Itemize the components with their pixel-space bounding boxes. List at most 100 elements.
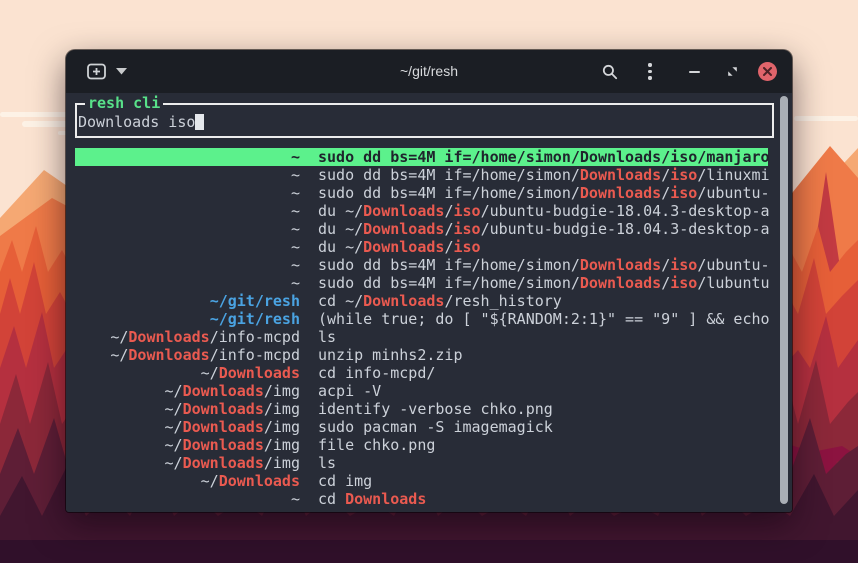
minimize-button[interactable] [684,50,704,93]
history-row[interactable]: ~ sudo dd bs=4M if=/home/simon/Downloads /… [75,184,792,202]
text-segment: sudo dd bs=4M if=/home/simon/Downloads/i… [318,148,770,166]
text-segment: ~ [291,256,300,274]
text-segment: /info-mcpd [210,328,300,346]
text-segment: Downloads [183,382,264,400]
row-command: acpi -V [318,382,381,400]
text-segment: ~/ [165,454,183,472]
text-segment: iso [670,166,697,184]
row-location: ~ [75,184,300,202]
row-location: ~ [75,220,300,238]
row-location: ~/git/resh [75,292,300,310]
resh-search-box[interactable]: resh cli Downloads iso [75,103,774,138]
row-location: ~ [75,256,300,274]
text-segment: Downloads [345,490,426,508]
text-segment: Downloads [363,220,444,238]
search-query[interactable]: Downloads iso [78,113,204,131]
history-row[interactable]: ~/git/resh(while true; do [ "${RANDOM:2:… [75,310,792,328]
titlebar[interactable]: ~/git/resh [66,50,792,93]
row-location: ~ [75,202,300,220]
restore-button[interactable] [722,50,742,93]
desktop: ~/git/resh [0,0,858,563]
history-row[interactable]: ~/Downloads/img ls [75,454,792,472]
row-command: cd Downloads [318,490,426,508]
row-location: ~/Downloads/img [75,418,300,436]
column-gap [300,148,318,166]
text-segment: ~/ [165,418,183,436]
row-location: ~/git/resh [75,310,300,328]
column-gap [300,328,318,346]
history-row[interactable]: ~ cd Downloads [75,490,792,508]
row-command: sudo dd bs=4M if=/home/simon/Downloads/i… [318,274,770,292]
history-row[interactable]: ~ du ~/Downloads/iso/ubuntu-budgie-18.04.… [75,202,792,220]
text-segment: Downloads [183,436,264,454]
column-gap [300,238,318,256]
history-row[interactable]: ~/Downloads/info-mcpdls [75,328,792,346]
text-segment: ~ [291,238,300,256]
text-segment: Downloads [580,184,661,202]
text-segment: /img [264,400,300,418]
history-row[interactable]: ~/Downloads/info-mcpdunzip minhs2.zip [75,346,792,364]
history-row[interactable]: ~/Downloadscd info-mcpd/ [75,364,792,382]
terminal-window: ~/git/resh [66,50,792,512]
text-segment: Downloads [580,256,661,274]
text-segment: Downloads [219,472,300,490]
text-segment: ~ [291,490,300,508]
row-command: ls [318,454,336,472]
text-segment: iso [453,220,480,238]
text-segment: /resh_history [444,292,561,310]
text-segment: ~/ [201,364,219,382]
text-segment: sudo pacman -S imagemagick [318,418,553,436]
menu-button[interactable] [640,50,660,93]
column-gap [300,292,318,310]
search-button[interactable] [598,50,622,93]
text-segment: Downloads [183,454,264,472]
text-segment: Downloads [580,166,661,184]
text-segment: Downloads [219,364,300,382]
column-gap [300,220,318,238]
history-row[interactable]: ~/Downloads/img acpi -V [75,382,792,400]
text-segment: / [661,256,670,274]
history-row[interactable]: ~du ~/Downloads/iso [75,238,792,256]
scrollbar-thumb[interactable] [780,96,788,504]
history-row[interactable]: ~ sudo dd bs=4M if=/home/simon/Downloads/… [75,256,792,274]
text-segment: Downloads [128,328,209,346]
row-command: sudo dd bs=4M if=/home/simon/Downloads/i… [318,148,770,166]
column-gap [300,256,318,274]
history-row[interactable]: ~sudo dd bs=4M if=/home/simon/Downloads/… [75,274,792,292]
text-segment: ~/ [110,328,128,346]
column-gap [300,202,318,220]
history-row[interactable]: ~du ~/Downloads/iso/ubuntu-budgie-18.04.… [75,220,792,238]
history-row[interactable]: ~sudo dd bs=4M if=/home/simon/Downloads/… [75,166,792,184]
close-button[interactable] [756,50,778,93]
text-segment: cd ~/ [318,292,363,310]
history-row[interactable]: ~/Downloads/imgfile chko.png [75,436,792,454]
history-row[interactable]: ~/Downloadscd img [75,472,792,490]
row-command: du ~/Downloads/iso/ubuntu-budgie-18.04.3… [318,202,770,220]
text-segment: ~/git/resh [210,292,300,310]
text-segment: sudo dd bs=4M if=/home/simon/ [318,166,580,184]
text-segment: / [661,274,670,292]
column-gap [300,454,318,472]
text-segment: du ~/ [318,202,363,220]
text-segment: sudo dd bs=4M if=/home/simon/ [318,274,580,292]
row-command: sudo dd bs=4M if=/home/simon/Downloads/i… [318,166,770,184]
text-segment: iso [670,184,697,202]
history-row[interactable]: ~/Downloads/imgidentify -verbose chko.pn… [75,400,792,418]
text-segment: sudo dd bs=4M if=/home/simon/ [318,184,580,202]
row-location: ~ [75,166,300,184]
text-segment: ~/ [165,382,183,400]
text-segment: /lubuntu [697,274,769,292]
history-row[interactable]: ~/Downloads/img sudo pacman -S imagemagic… [75,418,792,436]
row-command: identify -verbose chko.png [318,400,553,418]
search-icon [602,64,618,80]
column-gap [300,490,318,508]
text-segment: /linuxmi [697,166,769,184]
row-location: ~ [75,238,300,256]
column-gap [300,472,318,490]
text-segment: /img [264,382,300,400]
text-segment: /ubuntu- [697,184,769,202]
row-command: sudo dd bs=4M if=/home/simon/Downloads/i… [318,256,770,274]
history-row-selected[interactable]: ~sudo dd bs=4M if=/home/simon/Downloads/… [75,148,768,166]
history-row[interactable]: ~/git/reshcd ~/Downloads/resh_history [75,292,792,310]
text-segment: /img [264,454,300,472]
